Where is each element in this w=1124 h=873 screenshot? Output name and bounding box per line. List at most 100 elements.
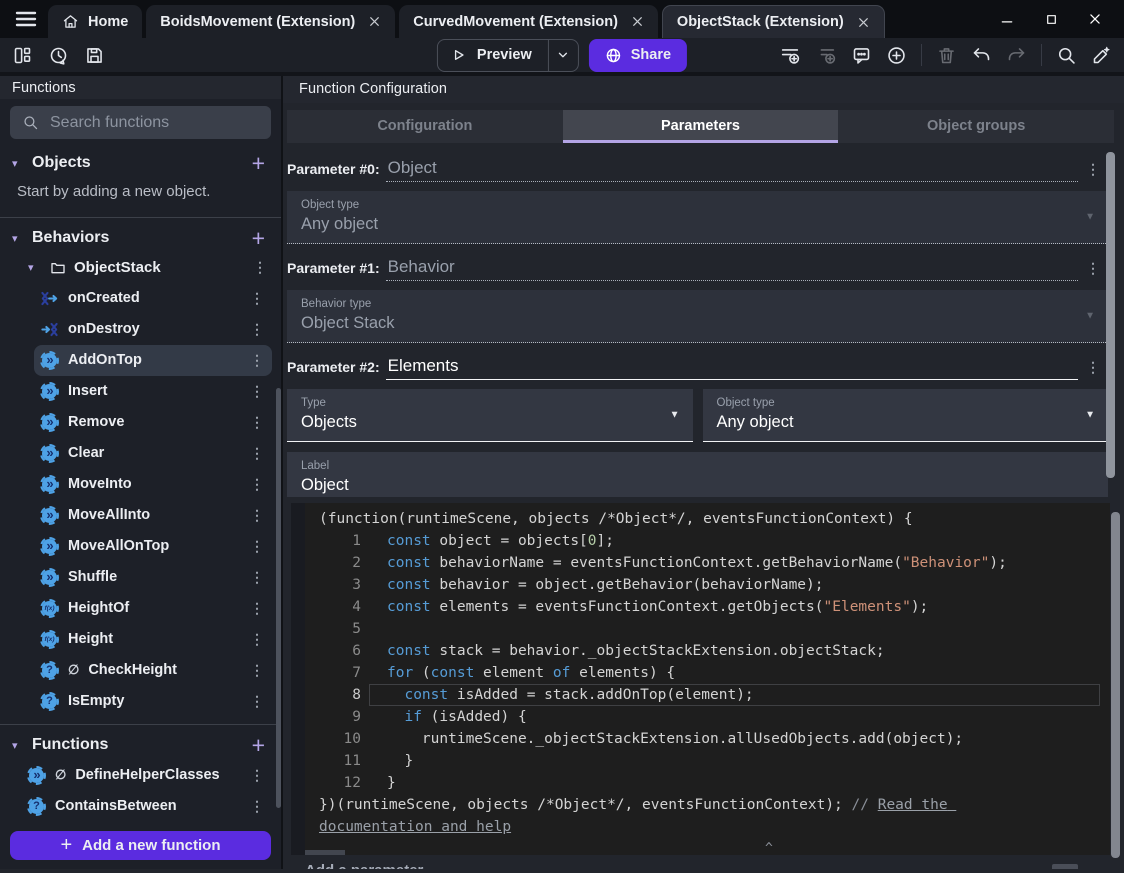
parameter-menu-button[interactable]: ⋮ xyxy=(1078,260,1108,281)
code-editor[interactable]: (function(runtimeScene, objects /*Object… xyxy=(291,503,1110,856)
minimize-window-button[interactable] xyxy=(992,6,1022,32)
section-add-button[interactable]: + xyxy=(252,226,269,250)
sidebar-item-addontop[interactable]: » AddOnTop ⋮ xyxy=(34,344,272,376)
code-line[interactable]: 9 if (isAdded) { xyxy=(305,706,1110,728)
section-header-objects[interactable]: ▾ Objects + xyxy=(0,149,281,178)
code-scrollbar[interactable] xyxy=(1111,512,1120,858)
tab-object-groups[interactable]: Object groups xyxy=(838,110,1114,143)
sidebar-item-moveinto[interactable]: » MoveInto ⋮ xyxy=(34,469,272,500)
sidebar-item-moveallontop[interactable]: » MoveAllOnTop ⋮ xyxy=(34,531,272,562)
parameter-name-input[interactable] xyxy=(387,355,1078,376)
code-line[interactable]: 11 } xyxy=(305,750,1110,772)
code-line[interactable]: 10 runtimeScene._objectStackExtension.al… xyxy=(305,728,1110,750)
code-line[interactable]: 8 const isAdded = stack.addOnTop(element… xyxy=(305,684,1110,707)
item-menu-button[interactable]: ⋮ xyxy=(250,383,264,400)
tab-close-icon[interactable] xyxy=(368,15,381,28)
add-circle-button[interactable] xyxy=(886,45,907,66)
code-line-content: const behaviorName = eventsFunctionConte… xyxy=(387,555,1007,572)
item-menu-button[interactable]: ⋮ xyxy=(250,352,264,369)
parameter-menu-button[interactable]: ⋮ xyxy=(1078,359,1108,380)
section-header-functions[interactable]: ▾ Functions + xyxy=(0,731,281,760)
code-line[interactable]: 12} xyxy=(305,772,1110,794)
item-menu-button[interactable]: ⋮ xyxy=(250,767,264,784)
code-line[interactable]: 2 const behaviorName = eventsFunctionCont… xyxy=(305,552,1110,574)
layout-panels-button[interactable] xyxy=(12,45,33,66)
item-menu-button[interactable]: ⋮ xyxy=(250,798,264,815)
behavior-group-objectstack[interactable]: ▾ ObjectStack ⋮ xyxy=(0,253,281,283)
item-menu-button[interactable]: ⋮ xyxy=(250,693,264,710)
search-functions-box[interactable] xyxy=(10,106,271,139)
item-menu-button[interactable]: ⋮ xyxy=(250,600,264,617)
search-button[interactable] xyxy=(1056,45,1077,66)
item-menu-button[interactable]: ⋮ xyxy=(250,631,264,648)
sidebar-item-shuffle[interactable]: » Shuffle ⋮ xyxy=(34,562,272,593)
search-functions-input[interactable] xyxy=(50,113,259,132)
sidebar-item-heightof[interactable]: f(x) HeightOf ⋮ xyxy=(34,593,272,624)
tab-configuration[interactable]: Configuration xyxy=(287,110,563,143)
share-button[interactable]: Share xyxy=(588,38,688,72)
type-dropdown[interactable]: Type Objects ▼ xyxy=(287,388,693,442)
add-new-function-button[interactable]: + Add a new function xyxy=(10,830,271,860)
code-line[interactable]: 3 const behavior = object.getBehavior(beh… xyxy=(305,574,1110,596)
section-header-behaviors[interactable]: ▾ Behaviors + xyxy=(0,224,281,253)
group-menu-button[interactable]: ⋮ xyxy=(253,259,267,276)
code-line[interactable]: 4 const elements = eventsFunctionContext.… xyxy=(305,596,1110,618)
behavior-type-dropdown: Behavior type Object Stack ▼ xyxy=(287,289,1108,343)
sidebar-item-oncreated[interactable]: onCreated ⋮ xyxy=(34,283,272,314)
undo-button[interactable] xyxy=(971,45,992,66)
sidebar-item-remove[interactable]: » Remove ⋮ xyxy=(34,407,272,438)
item-menu-button[interactable]: ⋮ xyxy=(250,569,264,586)
maximize-window-button[interactable] xyxy=(1036,6,1066,32)
sidebar-item-isempty[interactable]: ? IsEmpty ⋮ xyxy=(34,686,272,717)
sidebar-item-definehelperclasses[interactable]: » ∅ DefineHelperClasses ⋮ xyxy=(10,760,272,791)
sidebar-item-clear[interactable]: » Clear ⋮ xyxy=(34,438,272,469)
sidebar-item-ondestroy[interactable]: onDestroy ⋮ xyxy=(34,314,272,345)
clipped-add-parameter-label[interactable]: Add a parameter xyxy=(305,862,423,869)
parameters-scrollbar[interactable] xyxy=(1106,152,1115,478)
code-line[interactable]: 6 const stack = behavior._objectStackExte… xyxy=(305,640,1110,662)
add-event-button[interactable] xyxy=(779,44,801,66)
sidebar-scrollbar[interactable] xyxy=(276,388,281,808)
item-menu-button[interactable]: ⋮ xyxy=(250,662,264,679)
sidebar-item-insert[interactable]: » Insert ⋮ xyxy=(34,376,272,407)
item-menu-button[interactable]: ⋮ xyxy=(250,290,264,307)
tab-boidsmovement-extension[interactable]: BoidsMovement (Extension) xyxy=(146,5,396,38)
tab-home[interactable]: Home xyxy=(48,5,143,38)
preview-button[interactable]: Preview xyxy=(436,38,579,72)
tab-close-icon[interactable] xyxy=(857,16,870,29)
close-window-button[interactable] xyxy=(1080,6,1110,32)
code-line[interactable]: 5 xyxy=(305,618,1110,640)
tab-parameters[interactable]: Parameters xyxy=(562,109,839,143)
sidebar-item-containsbetween[interactable]: ? ContainsBetween ⋮ xyxy=(10,791,272,822)
object-type-dropdown[interactable]: Object type Any object ▼ xyxy=(702,388,1108,442)
add-comment-button[interactable] xyxy=(851,45,872,66)
section-add-button[interactable]: + xyxy=(252,733,269,757)
label-dropdown[interactable]: Label Object xyxy=(287,451,1108,498)
parameter-menu-button[interactable]: ⋮ xyxy=(1078,161,1108,182)
sidebar-item-checkheight[interactable]: ? ∅ CheckHeight ⋮ xyxy=(34,655,272,686)
code-horizontal-scrollbar[interactable] xyxy=(305,850,345,856)
item-menu-button[interactable]: ⋮ xyxy=(250,507,264,524)
code-line[interactable]: 1 const object = objects[0]; xyxy=(305,530,1110,552)
item-menu-button[interactable]: ⋮ xyxy=(250,476,264,493)
action-function-icon: » xyxy=(40,505,59,525)
history-button[interactable] xyxy=(48,45,69,66)
item-menu-button[interactable]: ⋮ xyxy=(250,538,264,555)
item-menu-button[interactable]: ⋮ xyxy=(250,445,264,462)
preview-dropdown-button[interactable] xyxy=(547,39,578,71)
item-menu-button[interactable]: ⋮ xyxy=(250,414,264,431)
magic-pen-button[interactable] xyxy=(1091,45,1112,66)
tab-curvedmovement-extension[interactable]: CurvedMovement (Extension) xyxy=(399,5,658,38)
code-line[interactable]: 7 for (const element of elements) { xyxy=(305,662,1110,684)
tab-objectstack-extension[interactable]: ObjectStack (Extension) xyxy=(661,5,885,38)
section-add-button[interactable]: + xyxy=(252,151,269,175)
sidebar-item-height[interactable]: f(x) Height ⋮ xyxy=(34,624,272,655)
tab-close-icon[interactable] xyxy=(631,15,644,28)
item-menu-button[interactable]: ⋮ xyxy=(250,321,264,338)
tab-label: Home xyxy=(88,13,129,30)
sidebar-item-moveallinto[interactable]: » MoveAllInto ⋮ xyxy=(34,500,272,531)
save-button[interactable] xyxy=(84,45,105,66)
menu-button[interactable] xyxy=(4,7,48,31)
parameter-name-field[interactable] xyxy=(385,355,1078,380)
parameter-row-2: Parameter #2: ⋮ xyxy=(287,355,1108,380)
